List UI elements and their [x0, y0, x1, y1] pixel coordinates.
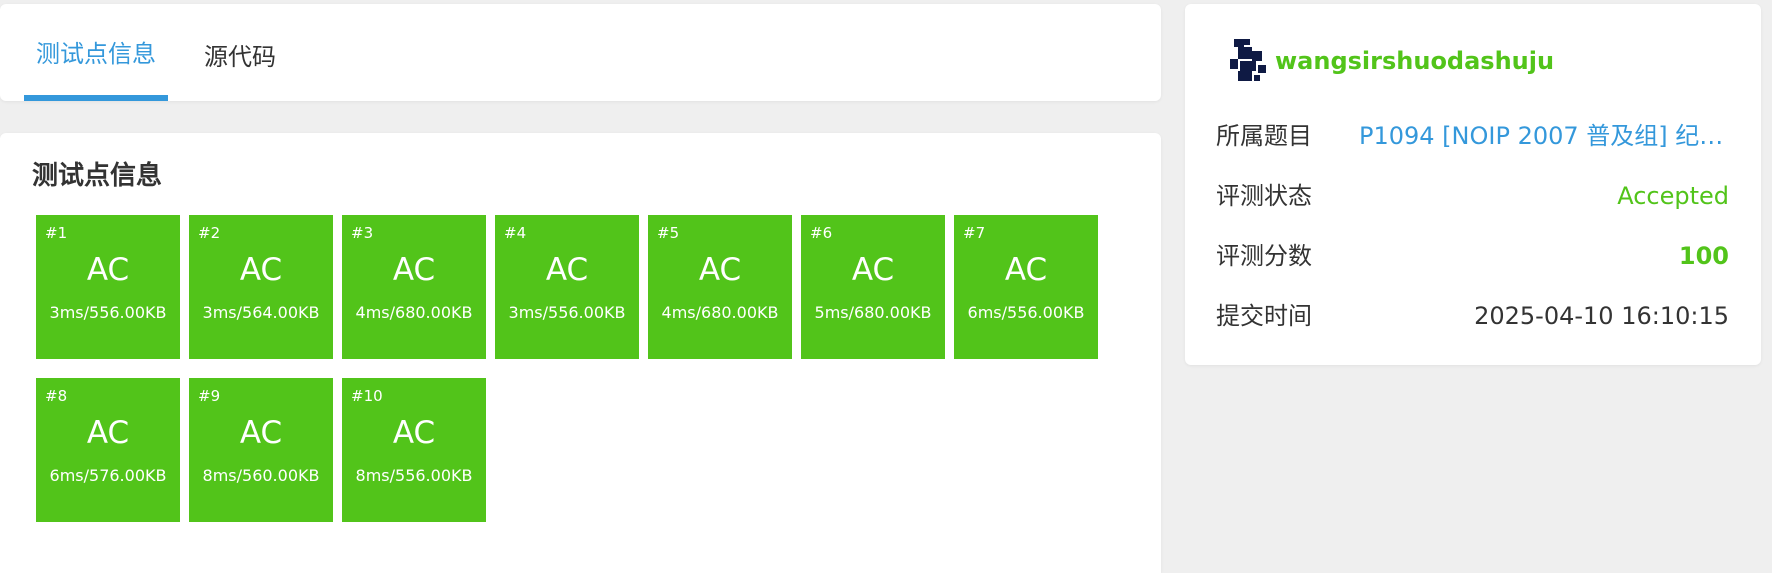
testcase-time-memory: 5ms/680.00KB [814, 303, 932, 322]
testcase-status: AC [851, 252, 895, 288]
testcase-tile[interactable]: #7 AC 6ms/556.00KB [954, 215, 1098, 359]
testcase-number: #8 [45, 387, 68, 405]
testcase-tile[interactable]: #8 AC 6ms/576.00KB [36, 378, 180, 522]
testcase-time-memory: 3ms/556.00KB [49, 303, 167, 322]
testcase-tile[interactable]: #2 AC 3ms/564.00KB [189, 215, 333, 359]
testcase-status: AC [698, 252, 742, 288]
testcase-tile[interactable]: #10 AC 8ms/556.00KB [342, 378, 486, 522]
testcase-status: AC [239, 252, 283, 288]
testcase-status: AC [392, 415, 436, 451]
testcase-time-memory: 8ms/556.00KB [355, 466, 473, 485]
problem-label: 所属题目 [1216, 122, 1312, 150]
status-value: Accepted [1617, 182, 1729, 210]
score-value: 100 [1678, 242, 1729, 270]
testcase-number: #9 [198, 387, 221, 405]
testcase-status: AC [392, 252, 436, 288]
tab-testpoints[interactable]: 测试点信息 [24, 4, 168, 101]
problem-link[interactable]: P1094 [NOIP 2007 普及组] 纪念... [1359, 116, 1729, 156]
time-row: 提交时间 2025-04-10 16:10:15 [1216, 296, 1729, 336]
testcase-status: AC [545, 252, 589, 288]
testcase-time-memory: 3ms/564.00KB [202, 303, 320, 322]
status-row: 评测状态 Accepted [1216, 176, 1729, 216]
testcase-status: AC [239, 415, 283, 451]
problem-row: 所属题目 P1094 [NOIP 2007 普及组] 纪念... [1216, 116, 1729, 156]
testcase-time-memory: 4ms/680.00KB [355, 303, 473, 322]
time-value: 2025-04-10 16:10:15 [1474, 302, 1729, 330]
tab-bar: 测试点信息 源代码 [0, 4, 1161, 101]
score-label: 评测分数 [1216, 242, 1312, 270]
submission-info-card: wangsirshuodashuju 所属题目 P1094 [NOIP 2007… [1185, 4, 1761, 365]
testcase-number: #6 [810, 224, 833, 242]
testcase-number: #5 [657, 224, 680, 242]
testcase-number: #7 [963, 224, 986, 242]
testcase-number: #10 [351, 387, 383, 405]
panel-title: 测试点信息 [32, 161, 163, 191]
status-label: 评测状态 [1216, 182, 1312, 210]
testcase-number: #2 [198, 224, 221, 242]
testcase-tile[interactable]: #3 AC 4ms/680.00KB [342, 215, 486, 359]
testcase-tile[interactable]: #1 AC 3ms/556.00KB [36, 215, 180, 359]
testcase-number: #1 [45, 224, 68, 242]
tab-source-code[interactable]: 源代码 [190, 4, 290, 101]
testcase-tile[interactable]: #6 AC 5ms/680.00KB [801, 215, 945, 359]
testcase-status: AC [86, 415, 130, 451]
username-link[interactable]: wangsirshuodashuju [1275, 49, 1554, 73]
testcase-time-memory: 6ms/556.00KB [967, 303, 1085, 322]
testcase-number: #4 [504, 224, 527, 242]
testcase-time-memory: 4ms/680.00KB [661, 303, 779, 322]
testcase-status: AC [1004, 252, 1048, 288]
testpoint-panel: 测试点信息 #1 AC 3ms/556.00KB #2 AC 3ms/564.00KB #3… [0, 133, 1161, 573]
testcase-tile[interactable]: #5 AC 4ms/680.00KB [648, 215, 792, 359]
testcase-time-memory: 8ms/560.00KB [202, 466, 320, 485]
testcase-time-memory: 6ms/576.00KB [49, 466, 167, 485]
testcase-tile[interactable]: #4 AC 3ms/556.00KB [495, 215, 639, 359]
testcase-tile[interactable]: #9 AC 8ms/560.00KB [189, 378, 333, 522]
testcase-time-memory: 3ms/556.00KB [508, 303, 626, 322]
score-row: 评测分数 100 [1216, 236, 1729, 276]
avatar-icon[interactable] [1228, 35, 1270, 85]
testcase-status: AC [86, 252, 130, 288]
testcase-number: #3 [351, 224, 374, 242]
time-label: 提交时间 [1216, 302, 1312, 330]
